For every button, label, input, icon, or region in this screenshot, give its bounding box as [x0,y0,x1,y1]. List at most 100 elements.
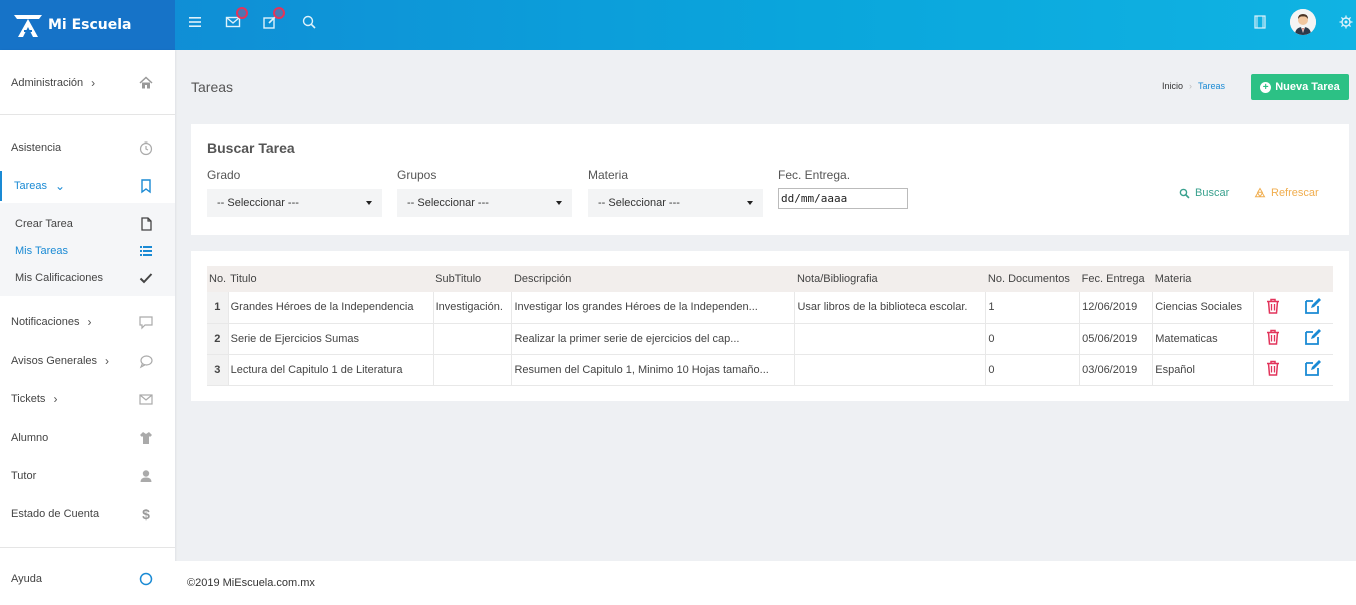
fullscreen-icon[interactable] [1249,11,1271,33]
sidebar-item-label: Avisos Generales [11,355,98,367]
chevron-right-icon: › [105,354,110,368]
search-icon[interactable] [298,11,320,33]
fecha-entrega-input[interactable] [778,188,908,209]
settings-icon[interactable] [1335,11,1356,33]
grupos-label: Grupos [397,168,437,182]
chevron-down-icon: ⌄ [55,179,66,193]
cell-materia: Español [1152,354,1254,386]
column-header[interactable]: SubTitulo [433,266,512,292]
sidebar-item-label: Notificaciones [11,316,80,328]
edit-button[interactable] [1293,354,1333,386]
grado-select-value: -- Seleccionar --- [217,197,299,209]
pencil-icon [1305,329,1321,345]
pencil-icon [1305,297,1321,314]
mail-icon[interactable] [222,7,248,33]
notification-dot [273,7,285,19]
help-circle-icon [138,571,154,587]
sidebar-item-label: Tickets [11,393,46,405]
cell-descripcion: Resumen del Capitulo 1, Minimo 10 Hojas … [511,354,796,386]
column-header[interactable]: Nota/Bibliografia [794,266,986,292]
breadcrumb-home[interactable]: Inicio [1162,81,1183,91]
sidebar-item-administracion[interactable]: Administración › [0,68,175,98]
check-icon [138,270,154,286]
delete-button[interactable] [1252,323,1293,355]
new-task-button[interactable]: + Nueva Tarea [1251,74,1349,100]
sidebar-item-estado-de-cuenta[interactable]: Estado de Cuenta $ [0,499,175,529]
menu-icon[interactable] [184,11,206,33]
avatar[interactable] [1290,9,1316,35]
sidebar-item-ayuda[interactable]: Ayuda [0,564,175,594]
column-header[interactable]: Titulo [228,266,434,292]
table-header-row: No. Titulo SubTitulo Descripción Nota/Bi… [207,266,1333,292]
chevron-right-icon: › [53,392,58,406]
cell-fecha: 12/06/2019 [1079,292,1154,324]
trash-icon [1267,329,1280,345]
row-number: 2 [207,323,229,355]
sidebar-subitem-crear-tarea[interactable]: Crear Tarea [0,211,175,237]
page-title: Tareas [191,79,234,95]
table-row[interactable]: 2 Serie de Ejercicios Sumas Realizar la … [207,323,1333,355]
sidebar-item-label: Crear Tarea [15,218,73,230]
search-icon [1179,188,1190,199]
clock-icon [138,140,154,156]
column-header[interactable]: No. [207,266,229,292]
edit-button[interactable] [1293,323,1333,355]
cell-titulo: Lectura del Capitulo 1 de Literatura [228,354,434,386]
column-header[interactable]: Fec. Entrega [1079,266,1153,292]
sidebar-item-tareas[interactable]: Tareas ⌄ [0,171,175,201]
delete-button[interactable] [1252,292,1293,324]
delete-button[interactable] [1252,354,1293,386]
cell-nota: Usar libros de la biblioteca escolar. [794,292,987,324]
sidebar-item-tutor[interactable]: Tutor [0,461,175,491]
home-icon [138,75,154,91]
grado-label: Grado [207,168,241,182]
materia-select[interactable]: -- Seleccionar --- [588,189,763,217]
cell-fecha: 05/06/2019 [1079,323,1154,355]
user-icon [138,468,154,484]
table-row[interactable]: 1 Grandes Héroes de la Independencia Inv… [207,292,1333,324]
sidebar-item-asistencia[interactable]: Asistencia [0,133,175,163]
refresh-button[interactable]: Refrescar [1254,187,1319,199]
cell-fecha: 03/06/2019 [1079,354,1154,386]
table-row[interactable]: 3 Lectura del Capitulo 1 de Literatura R… [207,354,1333,386]
sidebar-item-label: Ayuda [11,573,42,585]
grupos-select[interactable]: -- Seleccionar --- [397,189,572,217]
dollar-icon: $ [142,506,150,522]
sidebar-item-avisos-generales[interactable]: Avisos Generales › [0,346,175,376]
cell-subtitulo [433,323,513,355]
caret-down-icon [747,201,753,205]
grado-select[interactable]: -- Seleccionar --- [207,189,382,217]
sidebar-item-notificaciones[interactable]: Notificaciones › [0,307,175,337]
sidebar-item-tickets[interactable]: Tickets › [0,384,175,414]
cell-subtitulo [433,354,513,386]
new-task-label: Nueva Tarea [1275,81,1340,93]
search-button[interactable]: Buscar [1179,187,1229,199]
sidebar-item-label: Tutor [11,470,37,482]
sidebar-subitem-mis-tareas[interactable]: Mis Tareas [0,238,175,264]
tasks-table: No. Titulo SubTitulo Descripción Nota/Bi… [207,266,1333,386]
sidebar-item-label: Administración [11,77,84,89]
sidebar-item-label: Estado de Cuenta [11,508,100,520]
top-bar: Mi Escuela [0,0,1356,50]
brand[interactable]: Mi Escuela [0,0,175,50]
envelope-icon [138,391,154,407]
sidebar-subitem-mis-calificaciones[interactable]: Mis Calificaciones [0,265,175,291]
search-title: Buscar Tarea [207,140,295,156]
edit-button[interactable] [1293,292,1333,324]
sidebar-item-label: Alumno [11,432,49,444]
column-header[interactable]: Materia [1152,266,1253,292]
cell-materia: Ciencias Sociales [1152,292,1254,324]
sidebar: Administración › Asistencia Tareas ⌄ Cre… [0,50,175,605]
cell-subtitulo: Investigación. [433,292,513,324]
caret-down-icon [366,201,372,205]
sidebar-item-alumno[interactable]: Alumno [0,423,175,453]
grupos-select-value: -- Seleccionar --- [407,197,489,209]
edit-icon[interactable] [259,7,285,33]
plus-circle-icon: + [1260,81,1272,93]
logo-icon [14,15,42,37]
trash-icon [1267,298,1280,314]
sidebar-item-label: Mis Tareas [15,245,68,257]
column-header[interactable]: Descripción [511,266,795,292]
column-header[interactable]: No. Documentos [985,266,1080,292]
breadcrumb: Inicio › Tareas [1162,81,1225,91]
